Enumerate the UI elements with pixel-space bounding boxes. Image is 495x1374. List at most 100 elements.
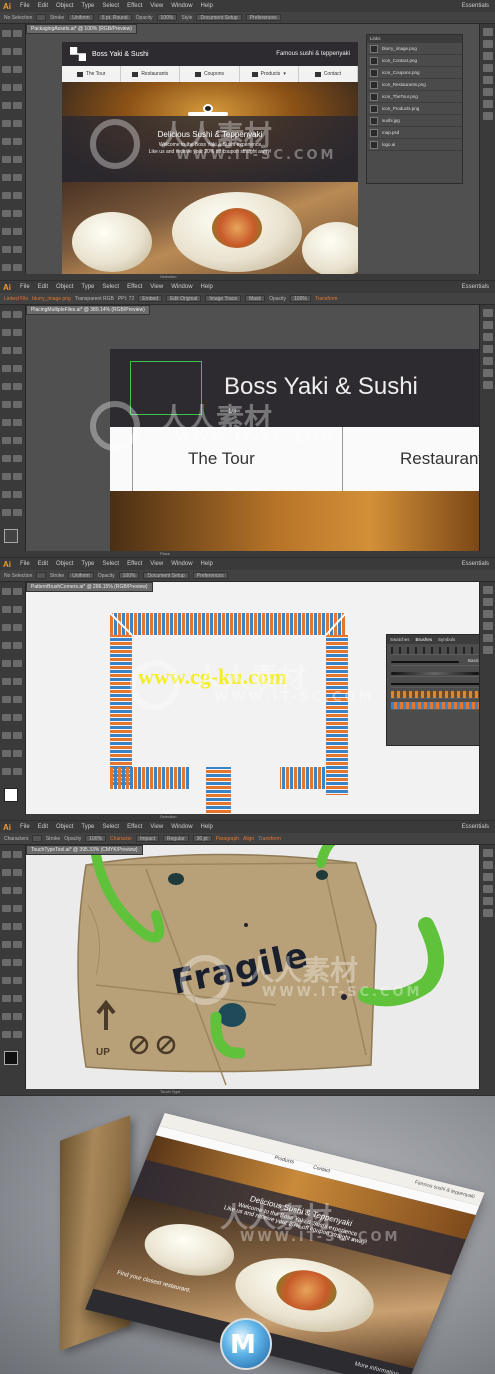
link-row[interactable]: blurry_image.png <box>367 43 462 55</box>
magic-wand-tool-icon[interactable] <box>2 606 11 613</box>
swatches-panel-icon[interactable] <box>483 598 493 606</box>
perspective-tool-icon[interactable] <box>13 732 22 739</box>
menu-type[interactable]: Type <box>77 3 98 9</box>
gradient-tool-icon[interactable] <box>13 750 22 757</box>
menu-effect[interactable]: Effect <box>123 284 146 290</box>
blob-brush-tool-icon[interactable] <box>2 678 11 685</box>
nav-coupons[interactable]: Coupons <box>180 66 240 82</box>
brush-row[interactable] <box>391 647 479 655</box>
workspace-switcher[interactable]: Essentials <box>462 284 495 290</box>
menu-view[interactable]: View <box>146 284 167 290</box>
magic-wand-tool-icon[interactable] <box>2 48 11 55</box>
menu-file[interactable]: File <box>16 284 34 290</box>
gradient-tool-icon[interactable] <box>13 473 22 480</box>
nav-the-tour[interactable]: The Tour <box>62 66 122 82</box>
fill-color-swatch[interactable] <box>4 529 18 543</box>
hand-tool-icon[interactable] <box>2 768 11 775</box>
brush-row-basic[interactable]: Basic <box>391 658 479 666</box>
menu-object[interactable]: Object <box>52 284 77 290</box>
fill-color-swatch[interactable] <box>4 1051 18 1065</box>
swatches-panel-icon[interactable] <box>483 40 493 48</box>
tab-swatches[interactable]: Swatches <box>390 637 410 642</box>
tab-symbols[interactable]: Symbols <box>438 637 455 642</box>
menu-edit[interactable]: Edit <box>34 561 52 567</box>
menu-select[interactable]: Select <box>98 3 123 9</box>
brush-row-pattern[interactable] <box>391 702 479 710</box>
layers-panel-icon[interactable] <box>483 381 493 389</box>
stroke-panel-icon[interactable] <box>483 897 493 905</box>
zoom-tool-icon[interactable] <box>13 264 22 271</box>
link-row[interactable]: sushi.jpg <box>367 115 462 127</box>
fill-swatch[interactable] <box>36 14 46 21</box>
pencil-tool-icon[interactable] <box>13 102 22 109</box>
color-panel-icon[interactable] <box>483 309 493 317</box>
brush-row[interactable] <box>391 669 479 677</box>
document-tab[interactable]: PackagingAssets.ai* @ 100% (RGB/Preview) <box>26 24 137 34</box>
perspective-tool-icon[interactable] <box>13 174 22 181</box>
gradient-panel-icon[interactable] <box>483 369 493 377</box>
ai-app-icon[interactable]: Ai <box>0 283 16 292</box>
nav-restaurants[interactable]: Restaurant <box>400 449 483 469</box>
links-panel-icon[interactable] <box>483 112 493 120</box>
paragraph-link[interactable]: Paragraph <box>216 836 239 842</box>
paintbrush-tool-icon[interactable] <box>2 660 11 667</box>
rotate-tool-icon[interactable] <box>2 696 11 703</box>
line-tool-icon[interactable] <box>2 905 11 912</box>
gradient-tool-icon[interactable] <box>13 192 22 199</box>
menu-window[interactable]: Window <box>167 824 196 830</box>
hand-tool-icon[interactable] <box>2 264 11 271</box>
menu-type[interactable]: Type <box>77 284 98 290</box>
ai-app-icon[interactable]: Ai <box>0 823 16 832</box>
layers-panel-icon[interactable] <box>483 646 493 654</box>
direct-selection-tool-icon[interactable] <box>13 588 22 595</box>
lasso-tool-icon[interactable] <box>13 869 22 876</box>
color-panel-icon[interactable] <box>483 28 493 36</box>
brush-row[interactable] <box>391 680 479 688</box>
hand-tool-icon[interactable] <box>2 1031 11 1038</box>
menu-select[interactable]: Select <box>98 284 123 290</box>
menu-help[interactable]: Help <box>197 3 217 9</box>
mesh-tool-icon[interactable] <box>2 750 11 757</box>
type-tool-icon[interactable] <box>13 887 22 894</box>
mesh-tool-icon[interactable] <box>2 473 11 480</box>
document-tab[interactable]: TouchTypeTool.ai* @ 395.33% (CMYK/Previe… <box>26 845 143 855</box>
brush-row[interactable] <box>391 691 479 699</box>
perspective-tool-icon[interactable] <box>13 995 22 1002</box>
menu-window[interactable]: Window <box>167 561 196 567</box>
blend-tool-icon[interactable] <box>13 210 22 217</box>
menu-view[interactable]: View <box>146 561 167 567</box>
menu-help[interactable]: Help <box>197 284 217 290</box>
symbols-panel-icon[interactable] <box>483 885 493 893</box>
blend-tool-icon[interactable] <box>13 491 22 498</box>
paintbrush-tool-icon[interactable] <box>2 923 11 930</box>
scale-tool-icon[interactable] <box>13 138 22 145</box>
width-tool-icon[interactable] <box>2 156 11 163</box>
layers-panel-icon[interactable] <box>483 909 493 917</box>
font-style-select[interactable]: Regular <box>163 835 189 842</box>
menu-edit[interactable]: Edit <box>34 824 52 830</box>
brushes-panel-icon[interactable] <box>483 52 493 60</box>
scale-tool-icon[interactable] <box>13 419 22 426</box>
scale-tool-icon[interactable] <box>13 959 22 966</box>
mesh-tool-icon[interactable] <box>2 192 11 199</box>
menu-effect[interactable]: Effect <box>123 824 146 830</box>
symbols-panel-icon[interactable] <box>483 622 493 630</box>
width-tool-icon[interactable] <box>2 977 11 984</box>
ai-app-icon[interactable]: Ai <box>0 560 16 569</box>
tab-brushes[interactable]: Brushes <box>416 637 433 642</box>
font-family-select[interactable]: Impact <box>136 835 160 842</box>
blob-brush-tool-icon[interactable] <box>2 941 11 948</box>
pen-tool-icon[interactable] <box>2 624 11 631</box>
opacity-field[interactable]: 100% <box>118 572 140 579</box>
selection-tool-icon[interactable] <box>2 311 11 318</box>
free-transform-tool-icon[interactable] <box>13 977 22 984</box>
lasso-tool-icon[interactable] <box>13 48 22 55</box>
eraser-tool-icon[interactable] <box>13 678 22 685</box>
stroke-panel-icon[interactable] <box>483 357 493 365</box>
slice-tool-icon[interactable] <box>13 246 22 253</box>
menu-file[interactable]: File <box>16 561 34 567</box>
opacity-field[interactable]: 100% <box>290 295 311 302</box>
magic-wand-tool-icon[interactable] <box>2 869 11 876</box>
preferences-button[interactable]: Preferences <box>245 14 281 21</box>
menu-view[interactable]: View <box>146 3 167 9</box>
